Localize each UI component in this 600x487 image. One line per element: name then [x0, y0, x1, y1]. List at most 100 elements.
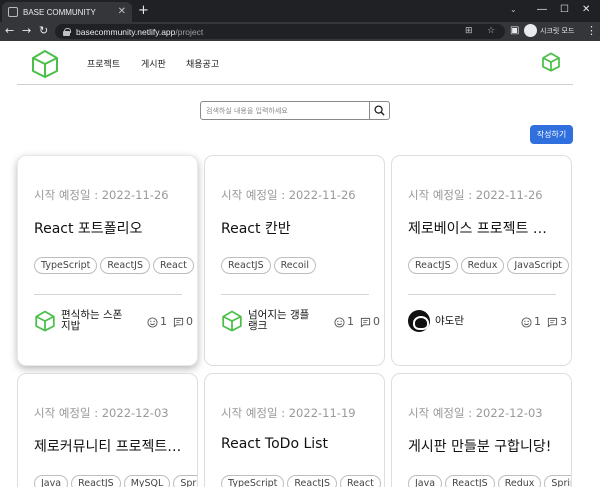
search-input[interactable]: [201, 102, 369, 119]
tag-chip: ReactJS: [445, 475, 495, 487]
start-date: 시작 예정일 : 2022-11-26: [34, 188, 169, 202]
card-stats: 1 3: [521, 316, 567, 328]
card-title: React 포트폴리오: [34, 221, 143, 237]
tag-chip: Recoil: [273, 257, 316, 274]
sidebar-icon[interactable]: ▣: [510, 24, 519, 38]
project-card[interactable]: 시작 예정일 : 2022-12-03 게시판 만들분 구합니당! Java Re…: [391, 373, 572, 487]
tag-chip: TypeScript: [221, 475, 285, 487]
search-button[interactable]: [369, 102, 389, 119]
tag-list: JavaReactJSMySQLSpring: [34, 471, 197, 487]
nav-jobs[interactable]: 채용공고: [186, 57, 219, 70]
tag-list: TypeScript ReactJS React: [34, 253, 197, 274]
author-name: 넘어지는 갱플랭크: [248, 309, 310, 332]
browser-tab[interactable]: BASE COMMUNITY ✕: [2, 2, 132, 22]
back-arrow-icon[interactable]: ←: [5, 24, 14, 38]
tag-chip: Java: [408, 475, 443, 487]
more-menu-icon[interactable]: ⋮: [586, 24, 597, 38]
tag-chip: ReactJS: [408, 257, 458, 274]
search-icon: [374, 105, 385, 116]
author-cube-icon: [34, 310, 56, 332]
incognito-profile[interactable]: 시크릿 모드: [524, 24, 574, 37]
browser-tabstrip: BASE COMMUNITY ✕ + ⌄ — ☐ ✕: [0, 0, 600, 22]
tag-chip: MySQL: [123, 475, 171, 487]
card-title: React 칸반: [221, 221, 291, 237]
url-host: basecommunity.netlify.app: [76, 26, 176, 37]
start-date: 시작 예정일 : 2022-11-26: [221, 188, 356, 202]
smile-icon: [334, 316, 345, 328]
chevron-down-icon[interactable]: ⌄: [510, 5, 517, 14]
comment-icon: [360, 317, 371, 327]
tag-chip: ReactJS: [71, 475, 121, 487]
tag-chip: Spring: [173, 475, 197, 487]
card-divider: [221, 294, 369, 295]
profile-label: 시크릿 모드: [540, 26, 575, 35]
plus-icon[interactable]: +: [138, 3, 149, 19]
incognito-icon: [524, 24, 537, 37]
author-avatar: [408, 310, 430, 332]
card-divider: [408, 294, 556, 295]
author-name: 편식하는 스폰지밥: [61, 309, 123, 332]
nav-board[interactable]: 게시판: [141, 57, 166, 70]
page-icon: [8, 7, 18, 17]
smile-icon: [521, 316, 532, 328]
project-card[interactable]: 시작 예정일 : 2022-11-19 React ToDo List Type…: [204, 373, 385, 487]
card-title: 게시판 만들분 구합니당!: [408, 439, 552, 455]
card-stats: 1 0: [147, 316, 193, 328]
maximize-icon[interactable]: ☐: [560, 4, 569, 16]
tag-chip: Redux: [460, 257, 505, 274]
card-title: React ToDo List: [221, 436, 328, 452]
tag-list: ReactJS Recoil: [221, 253, 384, 274]
card-stats: 1 0: [334, 316, 380, 328]
project-card[interactable]: 시작 예정일 : 2022-11-26 React 칸반 ReactJS Reco…: [204, 155, 385, 366]
url-path: /project: [175, 26, 204, 37]
project-card[interactable]: 시작 예정일 : 2022-11-26 제로베이스 프로젝트 같이 하실 분 R…: [391, 155, 572, 366]
tag-chip: ReactJS: [287, 475, 337, 487]
start-date: 시작 예정일 : 2022-12-03: [408, 406, 543, 420]
comment-count: 0: [186, 315, 193, 328]
tag-chip: Spring: [544, 475, 571, 487]
comment-count: 3: [560, 315, 567, 328]
tag-chip: React: [340, 475, 381, 487]
tab-title: BASE COMMUNITY: [23, 7, 96, 17]
comment-icon: [173, 317, 184, 327]
tag-chip: JavaScript: [507, 257, 569, 274]
author-cube-icon: [221, 310, 243, 332]
star-icon[interactable]: ☆: [487, 26, 495, 37]
tag-chip: Java: [34, 475, 69, 487]
tag-list: TypeScript ReactJS React: [221, 471, 384, 487]
tag-list: ReactJS Redux JavaScript: [408, 253, 571, 274]
card-title: 제로커뮤니티 프로젝트 모집합니다: [34, 439, 184, 455]
card-divider: [34, 294, 182, 295]
author: 편식하는 스폰지밥: [34, 310, 131, 332]
start-date: 시작 예정일 : 2022-12-03: [34, 406, 169, 420]
like-count: 1: [160, 315, 167, 328]
start-date: 시작 예정일 : 2022-11-19: [221, 406, 356, 420]
comment-count: 0: [373, 315, 380, 328]
nav-project[interactable]: 프로젝트: [87, 57, 120, 70]
close-window-icon[interactable]: ✕: [582, 4, 590, 16]
card-title: 제로베이스 프로젝트 같이 하실 분: [408, 221, 558, 237]
comment-icon: [547, 317, 558, 327]
forward-arrow-icon[interactable]: →: [22, 24, 31, 38]
tag-chip: React: [153, 257, 194, 274]
translate-icon[interactable]: ⊞: [465, 26, 473, 37]
tag-chip: ReactJS: [100, 257, 150, 274]
like-count: 1: [534, 315, 541, 328]
author: 야도란: [408, 310, 505, 332]
close-icon[interactable]: ✕: [118, 7, 126, 17]
lock-icon[interactable]: [63, 27, 71, 36]
address-bar[interactable]: basecommunity.netlify.app/project ⊞ ☆: [55, 24, 505, 39]
start-date: 시작 예정일 : 2022-11-26: [408, 188, 543, 202]
search-bar: [200, 101, 390, 120]
write-button[interactable]: 작성하기: [530, 125, 573, 144]
project-card[interactable]: 시작 예정일 : 2022-11-26 React 포트폴리오 TypeScri…: [17, 155, 198, 366]
tag-chip: Redux: [497, 475, 542, 487]
logo-cube-icon[interactable]: [30, 49, 60, 79]
profile-cube-icon[interactable]: [541, 52, 561, 72]
author-name: 야도란: [435, 314, 464, 327]
tag-chip: ReactJS: [221, 257, 271, 274]
tag-list: JavaReactJSReduxSpring: [408, 471, 571, 487]
project-card[interactable]: 시작 예정일 : 2022-12-03 제로커뮤니티 프로젝트 모집합니다 Ja…: [17, 373, 198, 487]
reload-icon[interactable]: ↻: [39, 24, 48, 38]
minimize-icon[interactable]: —: [537, 4, 547, 16]
